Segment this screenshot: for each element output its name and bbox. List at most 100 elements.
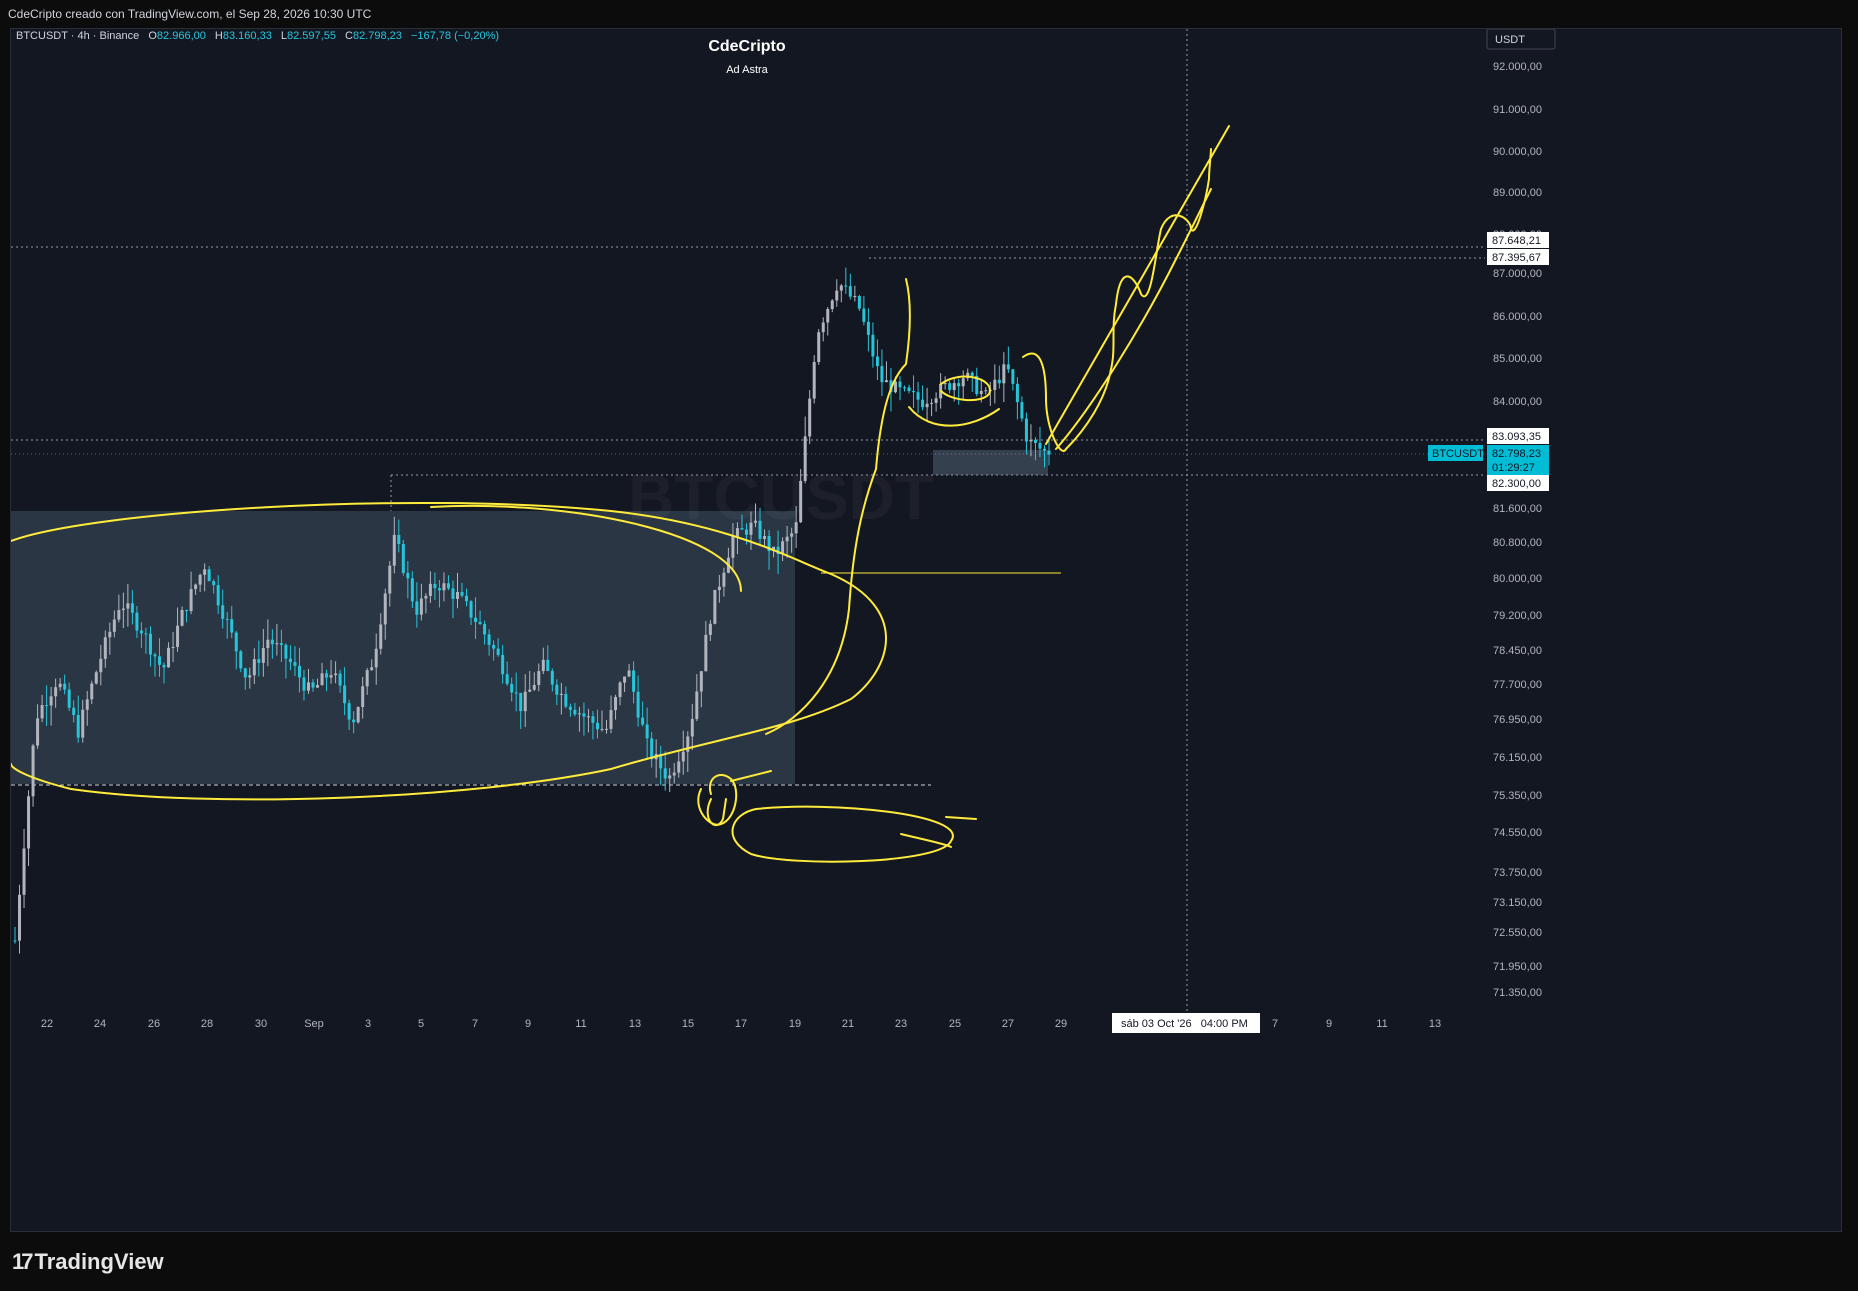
candle-body: [844, 285, 848, 287]
candle-body: [361, 686, 365, 707]
time-tick-label: 26: [148, 1018, 160, 1030]
candle-body: [388, 565, 392, 594]
candle-body: [1011, 369, 1015, 384]
price-tick-label: 79.200,00: [1493, 610, 1542, 622]
candle-body: [433, 583, 437, 589]
candle-body: [455, 591, 459, 599]
price-tick-label: 80.000,00: [1493, 573, 1542, 585]
candle-body: [600, 728, 604, 730]
candle-body: [406, 572, 410, 579]
candle-body: [496, 648, 500, 655]
candle-body: [266, 639, 270, 649]
candle-body: [848, 286, 852, 297]
candle-body: [618, 682, 622, 697]
candle-body: [284, 644, 288, 659]
candle-body: [677, 761, 681, 773]
candle-body: [126, 603, 130, 609]
price-tick-label: 84.000,00: [1493, 396, 1542, 408]
candle-body: [826, 309, 830, 323]
candle-body: [555, 684, 559, 695]
annotation-liquidity-tail: [900, 816, 977, 848]
candle-body: [713, 590, 717, 624]
candle-body: [934, 398, 938, 403]
candle-body: [812, 361, 816, 399]
chart-canvas[interactable]: BTCUSDT CdeCripto: [11, 29, 1842, 1232]
time-tick-label: 13: [629, 1018, 641, 1030]
candle-body: [1047, 450, 1051, 455]
tradingview-logo-icon: 17: [12, 1249, 34, 1274]
time-tick-label: 9: [1326, 1018, 1332, 1030]
time-tick-label: 11: [575, 1018, 586, 1030]
candle-body: [1002, 364, 1006, 384]
footer: 17 TradingView: [0, 1233, 1858, 1291]
time-tick-label: Sep: [304, 1018, 324, 1030]
candle-body: [645, 724, 649, 739]
candle-body: [605, 728, 609, 730]
price-tick-label: 91.000,00: [1493, 104, 1542, 116]
candle-body: [550, 670, 554, 685]
time-tick-label: 19: [789, 1018, 801, 1030]
candle-body: [76, 715, 80, 738]
candle-body: [501, 654, 505, 675]
candle-body: [970, 372, 974, 376]
candle-body: [794, 522, 798, 534]
currency-button[interactable]: USDT: [1486, 29, 1556, 50]
candle-body: [338, 673, 342, 686]
time-tick-label: 7: [472, 1018, 478, 1030]
price-axis[interactable]: 92.000,0091.000,0090.000,0089.000,0088.0…: [1493, 61, 1542, 999]
price-tick-label: 86.000,00: [1493, 311, 1542, 323]
candle-body: [311, 682, 315, 688]
candle-body: [830, 300, 834, 310]
candle-body: [577, 713, 581, 715]
candle-body: [293, 662, 297, 666]
price-tick-label: 77.700,00: [1493, 679, 1542, 691]
candle-body: [424, 595, 428, 599]
candle-body: [731, 536, 735, 558]
candle-body: [510, 683, 514, 693]
candle-body: [663, 768, 667, 779]
candle-body: [22, 848, 26, 895]
chart-frame[interactable]: BTCUSDT CdeCripto: [10, 28, 1842, 1232]
candle-body: [99, 658, 103, 673]
candle-body: [952, 383, 956, 390]
candle-body: [248, 675, 252, 678]
candle-body: [40, 705, 44, 719]
candle-body: [112, 619, 116, 632]
candle-body: [857, 296, 861, 309]
candle-body: [392, 534, 396, 566]
annotation-trend-wedge: [1055, 188, 1212, 450]
candle-body: [135, 612, 139, 631]
last-price-label: 82.798,23 01:29:27: [1487, 445, 1549, 475]
candle-body: [239, 651, 243, 669]
tradingview-logo[interactable]: 17 TradingView: [12, 1249, 164, 1275]
price-tick-label: 92.000,00: [1493, 61, 1542, 73]
candle-body: [785, 536, 789, 542]
candle-body: [537, 671, 541, 685]
high-label: H: [215, 30, 223, 42]
candle-body: [58, 683, 62, 688]
candle-body: [903, 387, 907, 389]
candle-body: [207, 569, 211, 582]
brand-name: TradingView: [34, 1249, 164, 1274]
candle-body: [13, 940, 17, 942]
open-value: 82.966,00: [157, 30, 206, 42]
candle-body: [754, 520, 758, 523]
time-tick-label: 29: [1055, 1018, 1067, 1030]
candle-body: [257, 659, 261, 663]
candle-body: [514, 692, 518, 694]
svg-text:82.798,23: 82.798,23: [1492, 448, 1541, 460]
chart-title: CdeCripto: [708, 38, 786, 55]
candle-body: [875, 356, 879, 367]
candle-body: [316, 685, 320, 688]
candle-body: [306, 682, 310, 691]
candle-body: [36, 718, 40, 746]
ticker-tag: BTCUSDT: [1428, 445, 1484, 461]
candle-body: [94, 672, 98, 684]
candle-body: [153, 654, 157, 657]
candle-body: [442, 583, 446, 591]
candle-body: [898, 381, 902, 388]
price-tick-label: 90.000,00: [1493, 146, 1542, 158]
candle-body: [334, 673, 338, 676]
candle-body: [401, 543, 405, 573]
candle-body: [1006, 364, 1010, 370]
